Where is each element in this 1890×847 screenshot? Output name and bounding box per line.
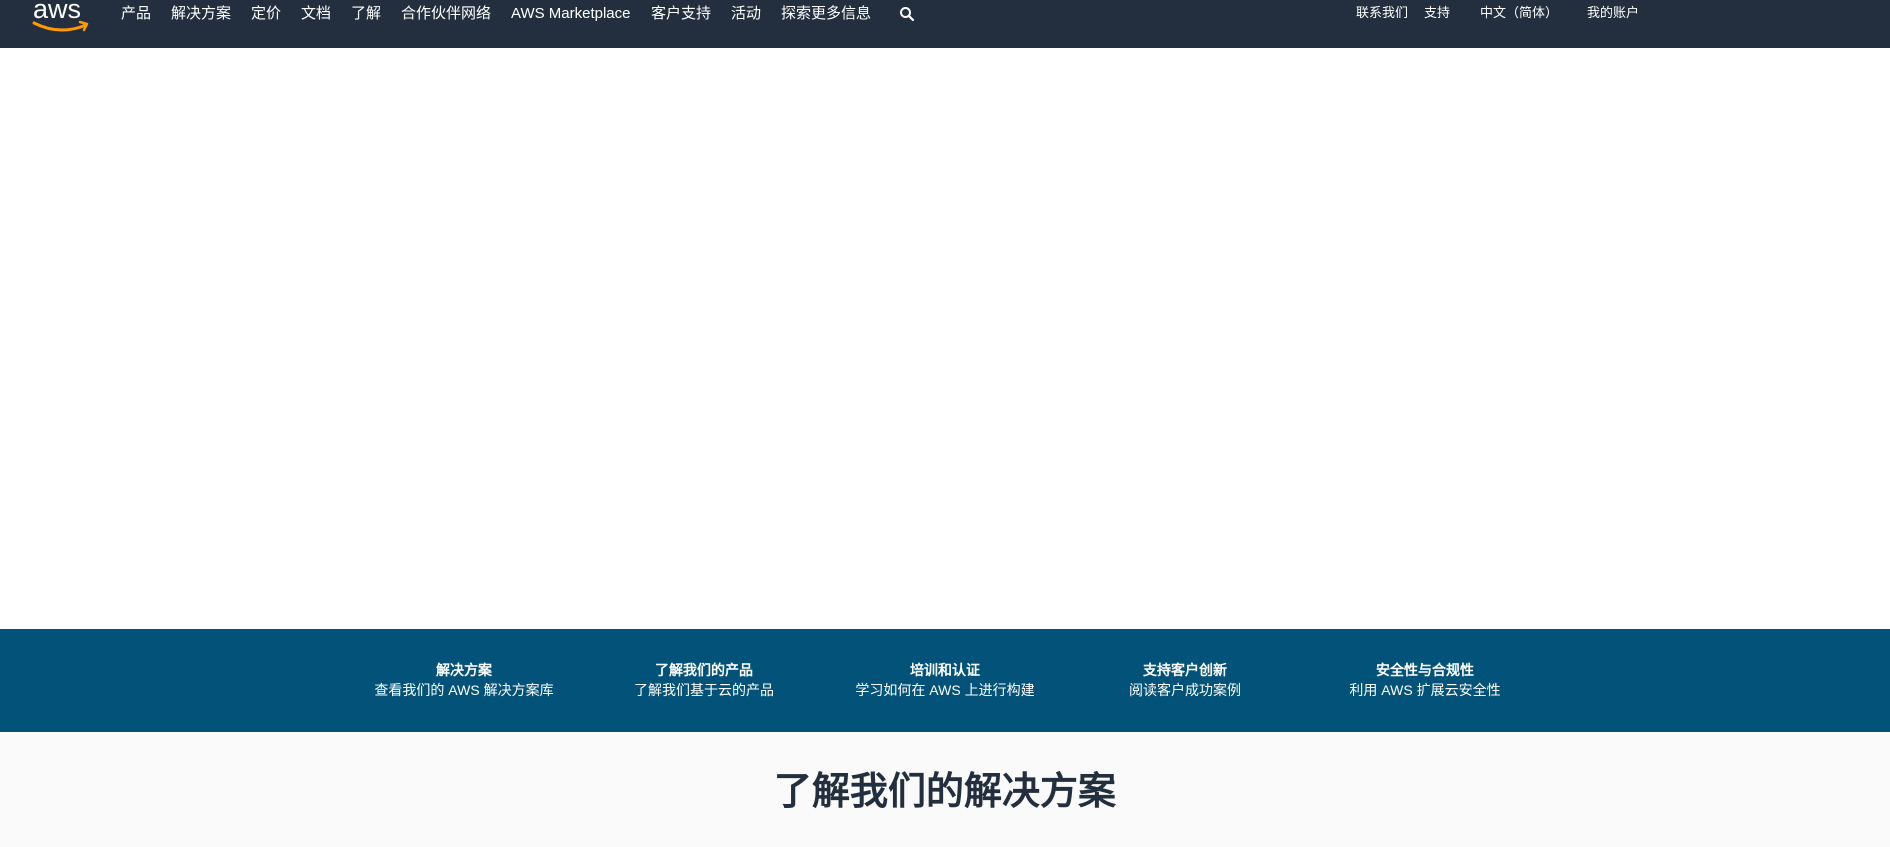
band-item-title: 了解我们的产品 <box>655 662 753 678</box>
band-item-subtitle: 学习如何在 AWS 上进行构建 <box>855 682 1035 698</box>
aws-logo[interactable]: aws <box>30 0 92 36</box>
nav-item-aws-marketplace[interactable]: AWS Marketplace <box>511 4 630 24</box>
nav-item-events[interactable]: 活动 <box>731 4 761 24</box>
band-item-title: 支持客户创新 <box>1143 662 1227 678</box>
band-item-title: 培训和认证 <box>910 662 980 678</box>
band-item-training[interactable]: 培训和认证 学习如何在 AWS 上进行构建 <box>845 660 1045 700</box>
band-item-security-compliance[interactable]: 安全性与合规性 利用 AWS 扩展云安全性 <box>1325 660 1525 700</box>
band-item-subtitle: 阅读客户成功案例 <box>1129 682 1241 698</box>
band-item-title: 安全性与合规性 <box>1376 662 1474 678</box>
band-item-title: 解决方案 <box>436 662 492 678</box>
band-item-subtitle: 利用 AWS 扩展云安全性 <box>1349 682 1501 698</box>
contact-us-link[interactable]: 联系我们 <box>1356 3 1408 23</box>
nav-item-learn[interactable]: 了解 <box>351 4 381 24</box>
solutions-heading: 了解我们的解决方案 <box>773 771 1116 813</box>
my-account-link[interactable]: 我的账户 <box>1587 3 1639 23</box>
top-navigation-bar: aws 产品 解决方案 定价 文档 了解 合作伙伴网络 AWS Marketpl… <box>0 0 1890 48</box>
nav-item-customer-support[interactable]: 客户支持 <box>651 4 711 24</box>
hero-section <box>0 48 1890 629</box>
band-item-solutions[interactable]: 解决方案 查看我们的 AWS 解决方案库 <box>364 660 564 700</box>
nav-item-solutions[interactable]: 解决方案 <box>171 4 231 24</box>
nav-item-pricing[interactable]: 定价 <box>251 4 281 24</box>
nav-item-partner-network[interactable]: 合作伙伴网络 <box>401 4 491 24</box>
band-item-customer-innovation[interactable]: 支持客户创新 阅读客户成功案例 <box>1085 660 1285 700</box>
search-icon[interactable] <box>899 6 915 22</box>
language-selector[interactable]: 中文（简体） <box>1480 3 1558 23</box>
nav-item-documentation[interactable]: 文档 <box>301 4 331 24</box>
aws-logo-text: aws <box>33 0 81 24</box>
band-item-subtitle: 查看我们的 AWS 解决方案库 <box>374 682 554 698</box>
nav-item-products[interactable]: 产品 <box>121 4 151 24</box>
support-link[interactable]: 支持 <box>1424 3 1450 23</box>
band-item-subtitle: 了解我们基于云的产品 <box>634 682 774 698</box>
solutions-section: 了解我们的解决方案 <box>0 732 1890 847</box>
nav-item-explore-more[interactable]: 探索更多信息 <box>781 4 871 24</box>
band-item-products[interactable]: 了解我们的产品 了解我们基于云的产品 <box>604 660 804 700</box>
feature-band: 解决方案 查看我们的 AWS 解决方案库 了解我们的产品 了解我们基于云的产品 … <box>0 629 1890 732</box>
aws-smile-arrow <box>32 21 88 32</box>
